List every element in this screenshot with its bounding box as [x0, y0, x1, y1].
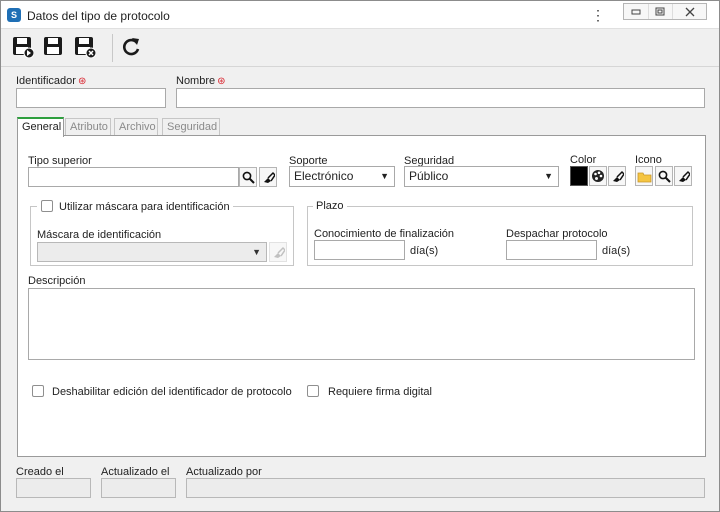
save-and-new-button[interactable] [11, 35, 35, 59]
app-logo-icon: S [7, 8, 21, 22]
creado-el-label: Creado el [16, 466, 64, 478]
mascara-label: Máscara de identificación [37, 229, 162, 241]
plazo-fieldset: Plazo Conocimiento de finalización día(s… [307, 200, 693, 266]
plazo-legend: Plazo [313, 200, 347, 212]
palette-icon [592, 170, 604, 182]
minimize-button[interactable] [624, 4, 649, 19]
save-button[interactable] [42, 35, 66, 59]
icono-label: Icono [635, 154, 662, 166]
search-icon [658, 170, 671, 183]
minimize-icon [631, 9, 641, 14]
dropdown-arrow-icon: ▼ [544, 171, 553, 181]
window-controls [623, 3, 707, 20]
firma-digital-label: Requiere firma digital [328, 386, 432, 398]
mascara-select: ▼ [37, 242, 267, 262]
despachar-unit: día(s) [602, 245, 631, 257]
actualizado-por-label: Actualizado por [186, 466, 262, 478]
color-swatch[interactable] [570, 166, 588, 186]
clear-tipo-superior-button[interactable] [259, 167, 277, 187]
mascara-legend: Utilizar máscara para identificación [37, 200, 233, 213]
mascara-fieldset: Utilizar máscara para identificación Más… [30, 200, 294, 266]
color-label: Color [570, 154, 597, 166]
clear-icono-button[interactable] [674, 166, 692, 186]
general-tab-panel: Tipo superior Soporte Electrónico ▼ Segu… [17, 135, 706, 457]
seguridad-select[interactable]: Público ▼ [404, 166, 559, 187]
clear-mascara-button [269, 242, 287, 262]
utilizar-mascara-label: Utilizar máscara para identificación [59, 201, 230, 213]
refresh-button[interactable] [119, 35, 143, 59]
identificador-label: Identificador ⊛ [16, 75, 87, 87]
utilizar-mascara-checkbox[interactable] [41, 200, 53, 212]
tipo-superior-label: Tipo superior [28, 155, 92, 167]
tipo-superior-input[interactable] [28, 167, 239, 187]
refresh-icon [123, 38, 140, 56]
folder-icon [637, 172, 651, 182]
search-tipo-superior-button[interactable] [239, 167, 257, 187]
tab-archivo[interactable]: Archivo [114, 118, 158, 136]
despachar-input[interactable] [506, 240, 597, 260]
identificador-input[interactable] [16, 88, 166, 108]
descripcion-label: Descripción [28, 275, 86, 287]
deshabilitar-edicion-checkbox[interactable] [32, 385, 44, 397]
required-icon: ⊛ [217, 76, 226, 87]
tab-atributo[interactable]: Atributo [65, 118, 111, 136]
icon-preview[interactable] [635, 166, 653, 186]
soporte-selected-value: Electrónico [294, 169, 354, 183]
seguridad-selected-value: Público [409, 169, 449, 183]
deshabilitar-edicion-label: Deshabilitar edición del identificador d… [52, 386, 292, 398]
maximize-button[interactable] [649, 4, 674, 19]
eraser-icon [678, 170, 690, 182]
actualizado-el-field [101, 478, 176, 498]
conocimiento-label: Conocimiento de finalización [314, 228, 455, 240]
tab-general[interactable]: General [17, 117, 64, 137]
conocimiento-unit: día(s) [410, 245, 439, 257]
save-new-icon [13, 37, 34, 58]
nombre-label: Nombre ⊛ [176, 75, 226, 87]
more-options-icon[interactable]: ⋮ [591, 6, 605, 24]
conocimiento-input[interactable] [314, 240, 405, 260]
eraser-icon [273, 246, 285, 258]
soporte-select[interactable]: Electrónico ▼ [289, 166, 395, 187]
eraser-icon [612, 170, 624, 182]
search-icono-button[interactable] [655, 166, 673, 186]
toolbar-separator [112, 34, 113, 62]
actualizado-por-field [186, 478, 705, 498]
descripcion-textarea[interactable] [28, 288, 695, 360]
required-icon: ⊛ [77, 76, 87, 87]
eraser-icon [263, 171, 275, 183]
search-icon [242, 171, 255, 184]
title-bar: S Datos del tipo de protocolo ⋮ [1, 1, 719, 29]
color-palette-button[interactable] [589, 166, 607, 186]
firma-digital-checkbox[interactable] [307, 385, 319, 397]
save-icon [44, 37, 62, 55]
actualizado-el-label: Actualizado el [101, 466, 170, 478]
close-icon [685, 7, 694, 16]
save-and-close-button[interactable] [73, 35, 97, 59]
despachar-label: Despachar protocolo [506, 228, 608, 240]
dropdown-arrow-icon: ▼ [380, 171, 389, 181]
clear-color-button[interactable] [608, 166, 626, 186]
tab-seguridad[interactable]: Seguridad [162, 118, 220, 136]
window-title: Datos del tipo de protocolo [27, 9, 170, 23]
toolbar [1, 29, 719, 67]
maximize-icon [655, 7, 665, 16]
save-close-icon [75, 37, 96, 58]
nombre-input[interactable] [176, 88, 705, 108]
dropdown-arrow-icon: ▼ [252, 247, 261, 257]
creado-el-field [16, 478, 91, 498]
dialog-window: S Datos del tipo de protocolo ⋮ Identifi… [0, 0, 720, 512]
close-button[interactable] [673, 4, 706, 19]
